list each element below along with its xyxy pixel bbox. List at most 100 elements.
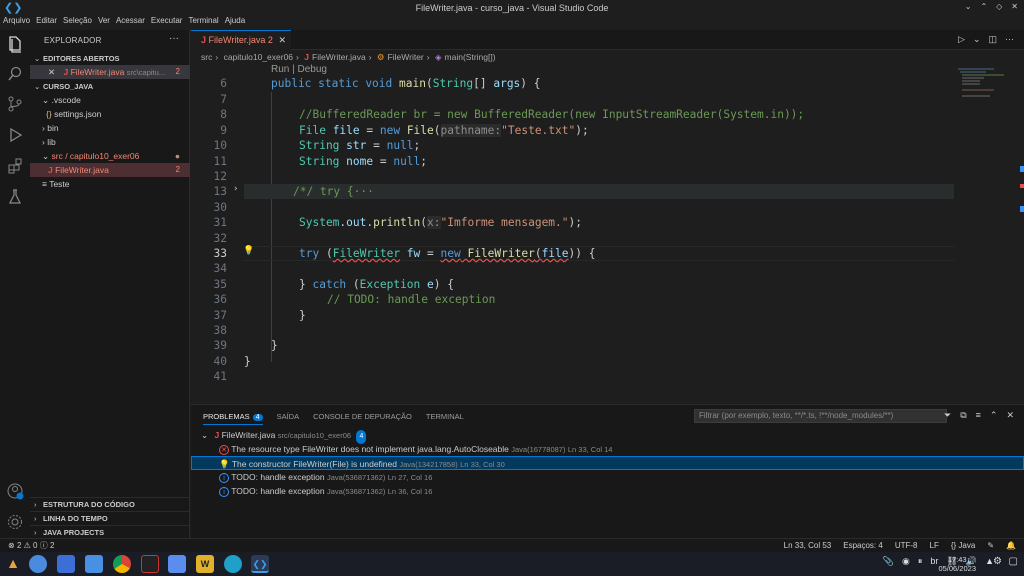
testing-icon[interactable] — [6, 188, 24, 206]
file-manager-icon[interactable] — [85, 555, 103, 573]
keyboard-layout[interactable]: br — [930, 556, 938, 567]
jetbrains-icon[interactable] — [141, 555, 159, 573]
notifications-bell-icon[interactable]: 🔔 — [1006, 539, 1016, 552]
language-mode[interactable]: {} Java — [951, 539, 975, 552]
view-as-list-icon[interactable]: ≡ — [976, 410, 981, 421]
menu-terminal[interactable]: Terminal — [185, 16, 221, 28]
fold-chevron-icon[interactable]: › — [233, 184, 238, 194]
pause-icon[interactable]: ⏸ — [918, 556, 923, 567]
chevron-down-icon: ⌄ — [42, 95, 50, 105]
minimize-icon[interactable]: ⌄ — [965, 2, 972, 11]
run-icon[interactable]: ▷ — [958, 34, 965, 45]
menu-executar[interactable]: Executar — [148, 16, 186, 28]
menu-editar[interactable]: Editar — [33, 16, 60, 28]
run-dropdown-icon[interactable]: ⌄ — [973, 34, 981, 45]
problems-status[interactable]: ⊗ 2 ⚠ 0 ⓘ 2 — [8, 539, 54, 552]
breadcrumb-src[interactable]: src — [201, 52, 212, 62]
close-panel-icon[interactable]: ✕ — [1006, 410, 1014, 421]
status-bar: ⊗ 2 ⚠ 0 ⓘ 2 Ln 33, Col 53 Espaços: 4 UTF… — [0, 538, 1024, 552]
settings-gear-icon[interactable] — [6, 513, 24, 531]
location-icon[interactable]: ◉ — [902, 556, 910, 567]
window-controls: ⌄ ⌃ ◇ ✕ — [965, 2, 1018, 11]
maximize-icon[interactable]: ⌃ — [980, 2, 987, 11]
store-icon[interactable] — [57, 555, 75, 573]
close-tab-icon[interactable]: ✕ — [278, 31, 286, 50]
clock[interactable]: 17:43 05/06/2023 — [938, 555, 976, 573]
open-editors-section[interactable]: ⌄ EDITORES ABERTOS — [30, 52, 190, 65]
settings-tray-icon[interactable]: ⚙ — [993, 556, 1002, 567]
breadcrumb-class[interactable]: FileWriter — [388, 52, 424, 62]
search-icon[interactable] — [6, 65, 24, 83]
vscode-taskbar-icon[interactable]: ❮❯ — [251, 555, 269, 573]
close-icon[interactable]: ✕ — [48, 67, 55, 77]
menu-selecao[interactable]: Seleção — [60, 16, 95, 28]
more-actions-icon[interactable]: ··· — [169, 33, 179, 44]
minimap[interactable] — [954, 66, 1024, 404]
run-debug-icon[interactable] — [6, 126, 24, 144]
explorer-icon[interactable] — [6, 35, 24, 53]
problem-item[interactable]: i TODO: handle exception Java(536871362)… — [191, 470, 1024, 484]
extensions-icon[interactable] — [6, 157, 24, 175]
app-launcher-icon[interactable] — [29, 555, 47, 573]
outline-section[interactable]: › ESTRUTURA DO CÓDIGO — [30, 497, 190, 510]
tree-item-filewriter[interactable]: J FileWriter.java 2 — [30, 163, 190, 177]
maximize-panel-icon[interactable]: ⌃ — [990, 410, 998, 421]
menu-ver[interactable]: Ver — [95, 16, 113, 28]
tree-item-src[interactable]: ⌄ src / capitulo10_exer06 ● — [30, 149, 190, 163]
chevron-right-icon: › — [34, 514, 37, 523]
braces-icon: {} — [950, 541, 957, 550]
end-of-line[interactable]: LF — [930, 539, 939, 552]
tree-item-bin[interactable]: › bin — [30, 121, 190, 135]
activity-bar — [0, 30, 30, 538]
writer-icon[interactable]: W — [196, 555, 214, 573]
edge-icon[interactable] — [224, 555, 242, 573]
source-control-icon[interactable] — [6, 95, 24, 113]
menu-ajuda[interactable]: Ajuda — [222, 16, 248, 28]
problem-item[interactable]: i TODO: handle exception Java(536871362)… — [191, 484, 1024, 498]
indentation[interactable]: Espaços: 4 — [843, 539, 883, 552]
chrome-icon[interactable] — [113, 555, 131, 573]
problem-item[interactable]: ✕ The resource type FileWriter does not … — [191, 442, 1024, 456]
split-editor-icon[interactable]: ◫ — [988, 34, 997, 45]
tree-item-teste[interactable]: ≡ Teste — [30, 177, 190, 191]
lightbulb-icon[interactable]: 💡 — [243, 246, 254, 256]
tab-problemas[interactable]: PROBLEMAS 4 — [203, 412, 263, 425]
menu-acessar[interactable]: Acessar — [113, 16, 148, 28]
problem-item-selected[interactable]: 💡 The constructor FileWriter(File) is un… — [191, 456, 1024, 470]
clock-date: 05/06/2023 — [938, 564, 976, 573]
breadcrumb-file[interactable]: FileWriter.java — [312, 52, 366, 62]
clip-icon[interactable]: 📎 — [883, 556, 894, 567]
start-menu-icon[interactable]: ▲ — [4, 555, 22, 573]
info-icon: i — [219, 487, 229, 497]
breadcrumb-package[interactable]: capitulo10_exer06 — [224, 52, 293, 62]
problems-filter-input[interactable]: Filtrar (por exemplo, texto, **/*.ts, !*… — [694, 409, 947, 423]
tab-terminal[interactable]: TERMINAL — [426, 412, 464, 425]
project-section[interactable]: ⌄ CURSO_JAVA — [30, 80, 190, 93]
tab-saida[interactable]: SAÍDA — [277, 412, 300, 425]
tab-console-depuracao[interactable]: CONSOLE DE DEPURAÇÃO — [313, 412, 412, 425]
close-window-icon[interactable]: ✕ — [1011, 2, 1018, 11]
filter-icon[interactable]: ⏷ — [944, 410, 951, 421]
restore-icon[interactable]: ◇ — [996, 2, 1002, 11]
encoding[interactable]: UTF-8 — [895, 539, 918, 552]
more-icon[interactable]: ··· — [1005, 34, 1014, 45]
show-desktop-icon[interactable]: ▢ — [1009, 556, 1018, 567]
tree-item-settings[interactable]: {} settings.json — [30, 107, 190, 121]
cursor-position[interactable]: Ln 33, Col 53 — [784, 539, 832, 552]
java-file-icon: J — [201, 35, 207, 45]
timeline-section[interactable]: › LINHA DO TEMPO — [30, 511, 190, 524]
tree-item-lib[interactable]: › lib — [30, 135, 190, 149]
java-projects-section[interactable]: › JAVA PROJECTS — [30, 525, 190, 538]
virtualbox-icon[interactable] — [168, 555, 186, 573]
menu-arquivo[interactable]: Arquivo — [0, 16, 33, 28]
tree-item-vscode[interactable]: ⌄ .vscode — [30, 93, 190, 107]
open-editor-item[interactable]: ✕ J FileWriter.java src\capitu... 2 — [30, 65, 190, 79]
collapse-all-icon[interactable]: ⧉ — [960, 410, 966, 421]
line-number: 32 — [213, 232, 227, 245]
code-line-13-folded[interactable]: /*/ try {··· — [293, 184, 374, 199]
problems-file-group[interactable]: ⌄ J FileWriter.java src/capitulo10_exer0… — [191, 428, 1024, 444]
breadcrumb-method[interactable]: main(String[]) — [445, 52, 496, 62]
feedback-icon[interactable]: ✎ — [987, 539, 994, 552]
tab-filewriter[interactable]: J FileWriter.java 2 ✕ — [191, 30, 291, 50]
account-icon[interactable] — [6, 482, 24, 500]
